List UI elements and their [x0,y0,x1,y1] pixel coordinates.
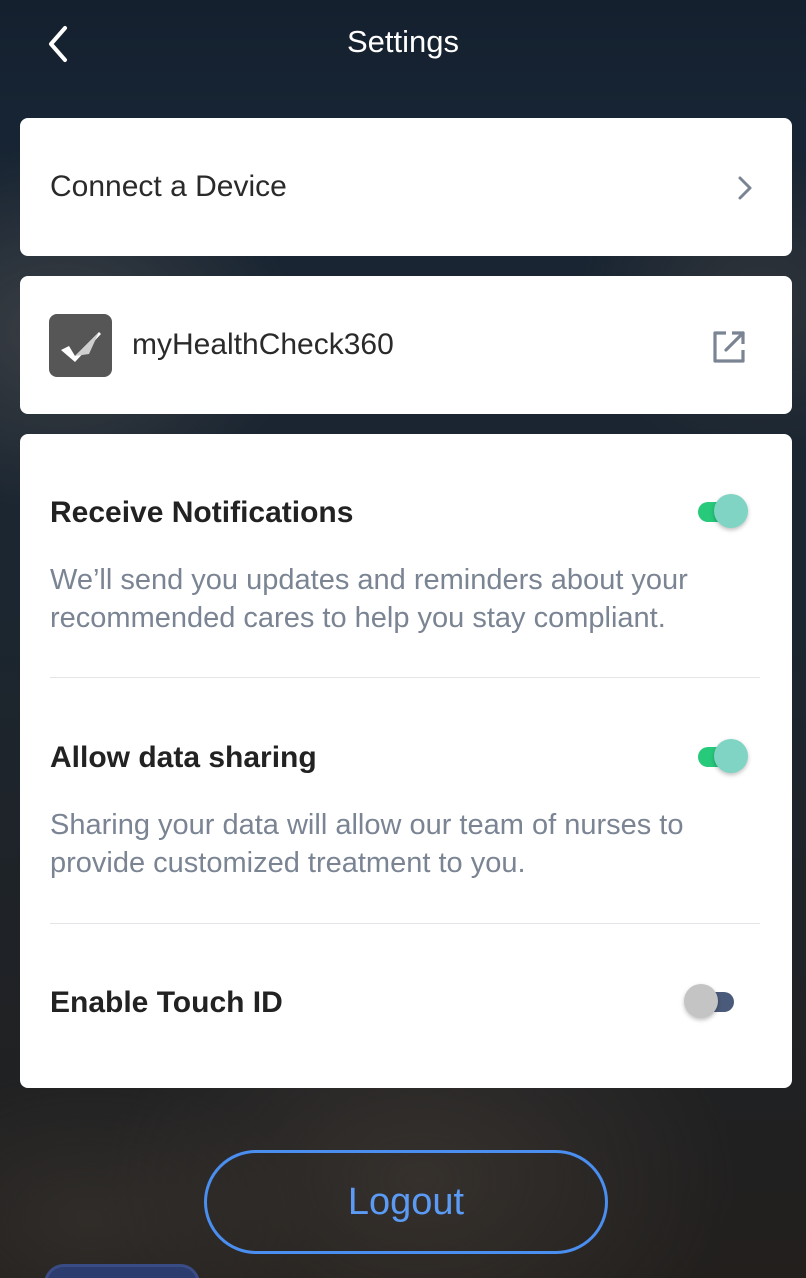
toggle-knob [684,984,718,1018]
logout-button[interactable]: Logout [204,1150,608,1254]
notifications-description: We’ll send you updates and reminders abo… [50,564,688,634]
data-sharing-description: Sharing your data will allow our team of… [50,809,684,879]
toggle-knob [714,739,748,773]
page-title: Settings [346,24,459,59]
bottom-tab-peek [44,1264,200,1278]
app-link-label: myHealthCheck360 [132,328,394,361]
data-sharing-title: Allow data sharing [50,741,317,774]
data-sharing-toggle[interactable] [698,739,750,775]
divider [50,677,760,678]
divider [50,923,760,924]
connect-device-label: Connect a Device [50,170,287,203]
chevron-right-icon [734,174,756,202]
app-link-row[interactable]: myHealthCheck360 [20,276,792,414]
external-link-icon[interactable] [710,328,748,366]
connect-device-row[interactable]: Connect a Device [20,118,792,256]
preferences-card: Receive Notifications We’ll send you upd… [20,434,792,1088]
notifications-toggle[interactable] [698,494,750,530]
checkmark-logo-icon [49,314,112,377]
touch-id-title: Enable Touch ID [50,986,283,1019]
toggle-knob [714,494,748,528]
header-bar: Settings [0,0,806,100]
notifications-title: Receive Notifications [50,496,354,529]
touch-id-toggle[interactable] [684,984,736,1020]
